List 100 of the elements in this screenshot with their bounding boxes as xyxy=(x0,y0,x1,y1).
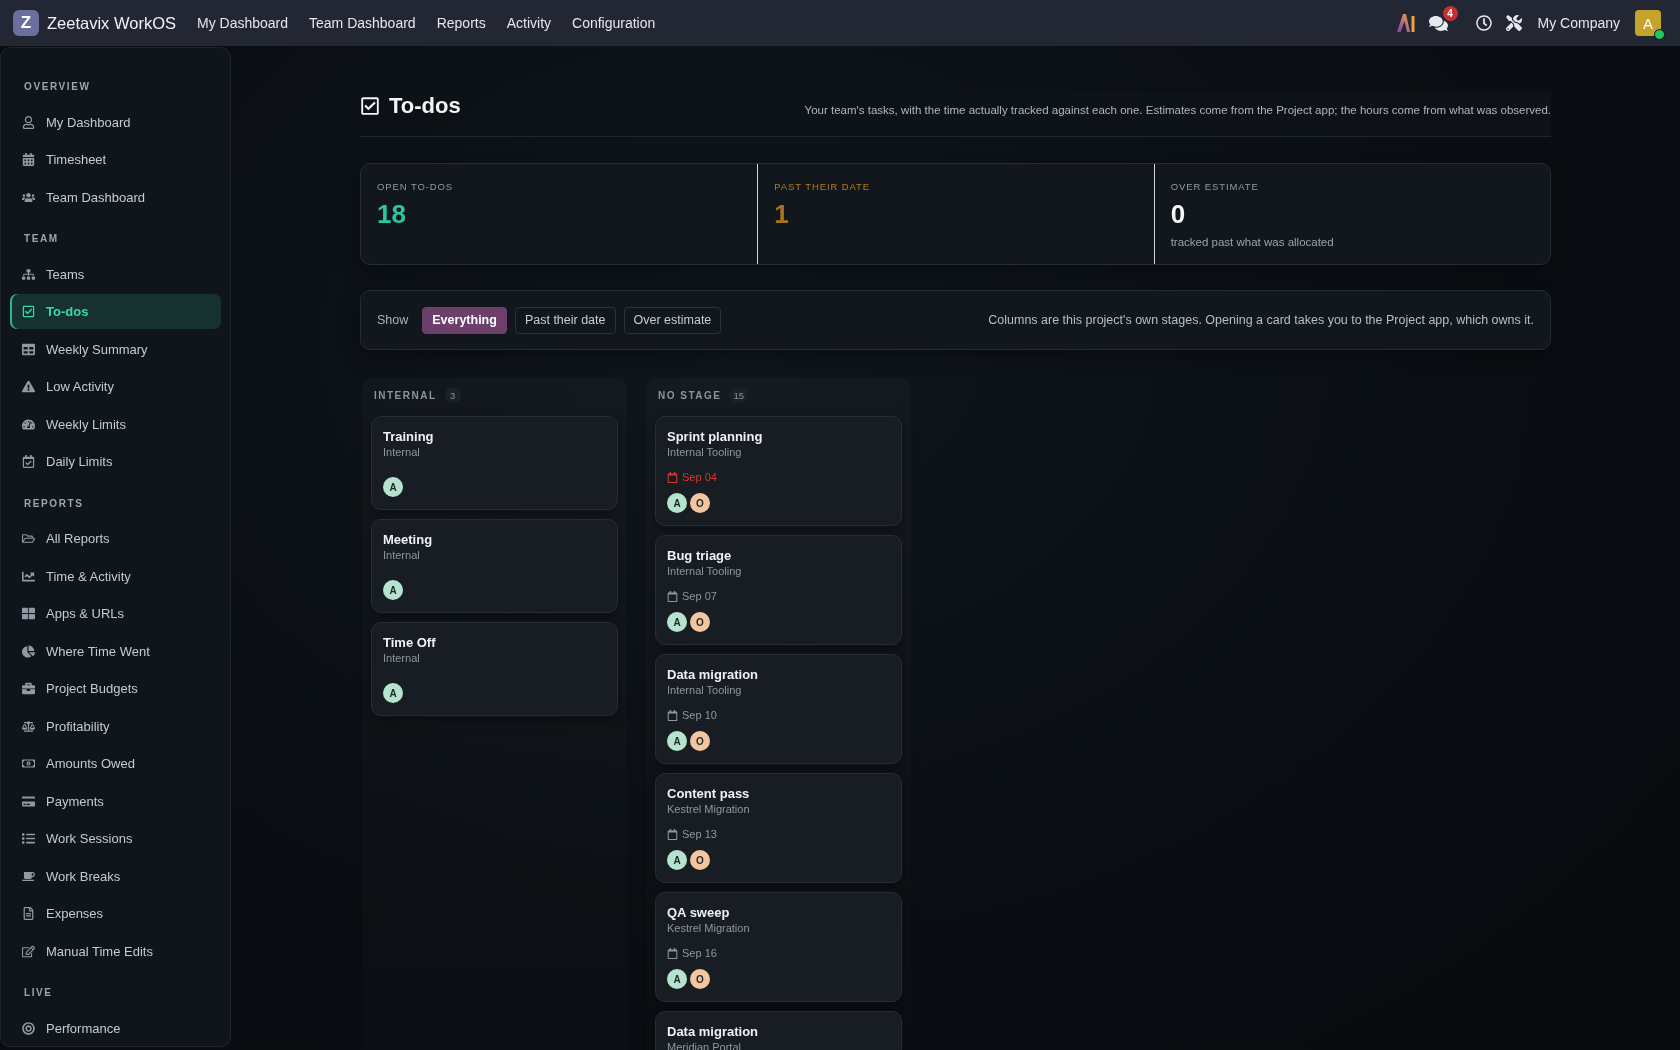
project-name: Internal Tooling xyxy=(667,445,742,460)
nav-link[interactable]: Reports xyxy=(436,15,486,31)
card-title: Training xyxy=(383,428,434,445)
sidebar-item[interactable]: Performance xyxy=(10,1010,221,1046)
task-card[interactable]: Time Off Internal A xyxy=(371,622,618,716)
stat-label: PAST THEIR DATE xyxy=(774,181,870,193)
assignee-avatar: O xyxy=(690,850,710,870)
task-card[interactable]: Bug triage Internal Tooling Sep 07 A O xyxy=(655,535,902,645)
section-heading: TEAM xyxy=(23,232,60,246)
task-card[interactable]: Data migration Internal Tooling Sep 10 A O xyxy=(655,654,902,764)
due-date: Sep 07 xyxy=(682,589,717,603)
users-icon xyxy=(22,190,35,204)
hierarchy-icon xyxy=(22,267,35,281)
sidebar-item[interactable]: Expenses xyxy=(10,896,221,931)
sidebar-item[interactable]: To-dos xyxy=(10,294,221,329)
sidebar-item[interactable]: Profitability xyxy=(10,708,221,744)
sidebar-item[interactable]: Low Activity xyxy=(10,369,221,404)
due-date: Sep 13 xyxy=(682,827,717,841)
sidebar-item[interactable]: Payments xyxy=(10,783,221,819)
target-icon xyxy=(22,1021,35,1035)
calendar-icon xyxy=(667,947,678,959)
count-badge: 3 xyxy=(444,387,461,403)
sidebar-item[interactable]: Work Sessions xyxy=(10,821,221,856)
stat-value: 18 xyxy=(377,199,406,229)
sidebar-item[interactable]: Time & Activity xyxy=(10,558,221,594)
app-logo[interactable]: Z xyxy=(13,10,39,36)
mug-icon xyxy=(22,869,35,883)
document-icon xyxy=(22,907,35,920)
logo-icon[interactable] xyxy=(1396,14,1415,32)
nav-link[interactable]: Configuration xyxy=(572,15,656,31)
card-title: Data migration xyxy=(667,666,758,683)
card-title: Content pass xyxy=(667,785,750,802)
sidebar-item[interactable]: Amounts Owed xyxy=(10,746,221,781)
company-name[interactable]: My Company xyxy=(1537,15,1620,31)
assignee-avatar: A xyxy=(667,731,687,751)
line-chart-icon xyxy=(22,569,35,583)
calendar-icon xyxy=(667,828,678,840)
sidebar-item[interactable]: Weekly Summary xyxy=(10,331,221,367)
sidebar-item[interactable]: All Reports xyxy=(10,521,221,556)
sidebar-item[interactable]: Where Time Went xyxy=(10,633,221,669)
grid-icon xyxy=(22,607,35,620)
assignee-avatar: A xyxy=(667,850,687,870)
task-card[interactable]: Meeting Internal A xyxy=(371,519,618,613)
project-name: Internal xyxy=(383,548,420,563)
sidebar-item[interactable]: Project Budgets xyxy=(10,671,221,706)
filter-label: Show xyxy=(377,313,409,327)
sidebar-item[interactable]: Daily Limits xyxy=(10,444,221,479)
checkbox-icon xyxy=(22,305,35,318)
gauge-icon xyxy=(22,417,35,431)
warning-icon xyxy=(22,380,35,393)
section-heading: OVERVIEW xyxy=(23,80,92,94)
sidebar-item[interactable]: Apps & URLs xyxy=(10,596,221,631)
filter-chip[interactable]: Over estimate xyxy=(623,306,722,334)
user-icon xyxy=(22,115,35,129)
project-name: Internal Tooling xyxy=(667,564,742,579)
briefcase-icon xyxy=(22,682,35,695)
edit-icon xyxy=(22,944,35,958)
calendar-icon xyxy=(667,590,678,602)
assignee-avatar: A xyxy=(667,493,687,513)
calendar-icon xyxy=(667,471,678,483)
card-title: QA sweep xyxy=(667,904,730,921)
count-badge: 4 xyxy=(1442,5,1458,21)
due-date: Sep 16 xyxy=(682,946,717,960)
tools-icon[interactable] xyxy=(1505,15,1522,31)
pie-chart-icon xyxy=(22,644,35,658)
page-title: To-dos xyxy=(389,92,461,120)
nav-link[interactable]: My Dashboard xyxy=(197,15,289,31)
task-card[interactable]: QA sweep Kestrel Migration Sep 16 A O xyxy=(655,892,902,1002)
task-card[interactable]: Sprint planning Internal Tooling Sep 04 A O xyxy=(655,416,902,526)
assignee-avatar: A xyxy=(383,477,403,497)
assignee-avatar: O xyxy=(690,612,710,632)
sidebar-item[interactable]: Work Breaks xyxy=(10,858,221,894)
assignee-avatar: A xyxy=(667,612,687,632)
checkbox-icon xyxy=(360,96,380,116)
sidebar-item[interactable]: Weekly Limits xyxy=(10,406,221,442)
clock-icon[interactable] xyxy=(1475,15,1492,31)
nav-link[interactable]: Activity xyxy=(506,15,552,31)
sidebar-item[interactable]: Teams xyxy=(10,256,221,292)
filter-note: Columns are this project's own stages. Opening a card takes you to the Project app, which owns it. xyxy=(988,313,1534,327)
stat-note: tracked past what was allocated xyxy=(1170,235,1334,249)
assignee-avatar: A xyxy=(667,969,687,989)
column-title: INTERNAL xyxy=(374,389,437,401)
project-name: Kestrel Migration xyxy=(667,802,750,817)
card-title: Bug triage xyxy=(667,547,732,564)
card-title: Sprint planning xyxy=(667,428,763,445)
chat-icon[interactable] xyxy=(1428,14,1448,32)
due-date: Sep 04 xyxy=(682,470,717,484)
sidebar-item[interactable]: My Dashboard xyxy=(10,104,221,140)
filter-chip[interactable]: Everything xyxy=(422,306,507,334)
stat-value: 1 xyxy=(774,199,789,229)
filter-chip[interactable]: Past their date xyxy=(514,306,616,334)
card-title: Time Off xyxy=(383,634,436,651)
section-heading: REPORTS xyxy=(23,496,85,511)
task-card[interactable]: Content pass Kestrel Migration Sep 13 A O xyxy=(655,773,902,883)
calendar-icon xyxy=(22,153,35,166)
nav-link[interactable]: Team Dashboard xyxy=(309,15,416,31)
sidebar-item[interactable]: Manual Time Edits xyxy=(10,933,221,969)
task-card[interactable]: Training Internal A xyxy=(371,416,618,510)
sidebar-item[interactable]: Timesheet xyxy=(10,142,221,177)
sidebar-item[interactable]: Team Dashboard xyxy=(10,179,221,215)
